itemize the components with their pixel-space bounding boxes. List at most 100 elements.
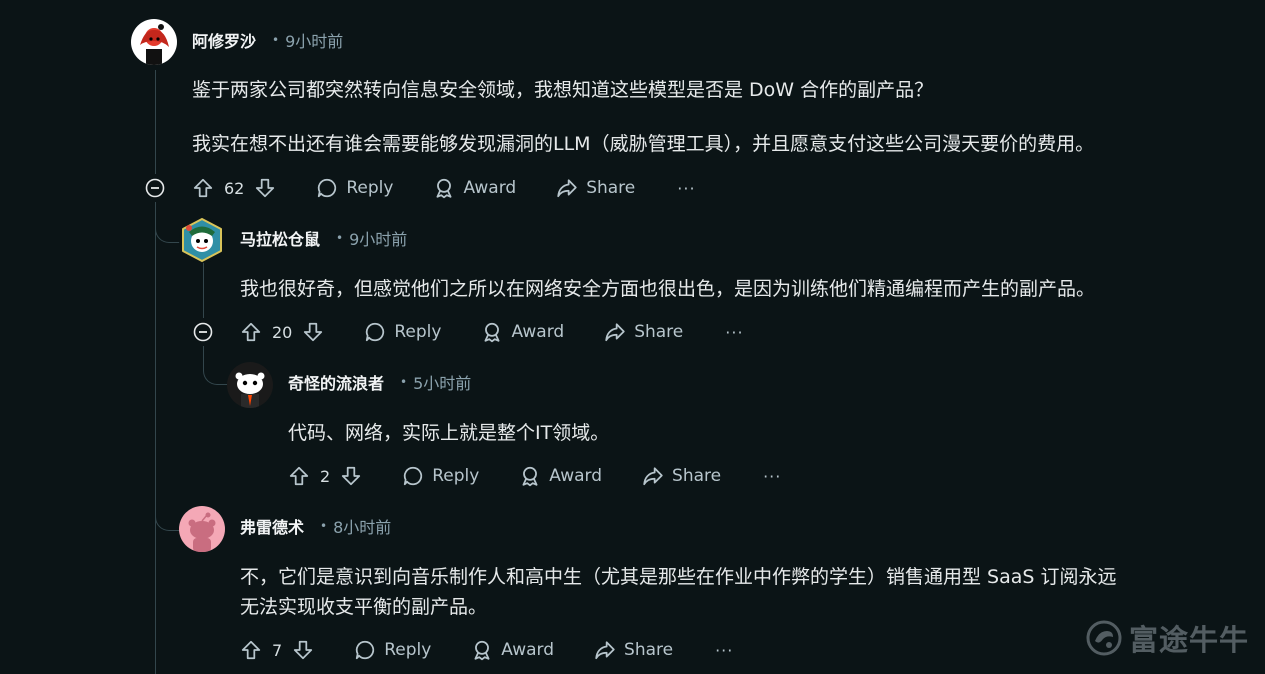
- author-name[interactable]: 马拉松仓鼠: [240, 226, 320, 250]
- comment-actions: 20 Reply Award Share ···: [240, 317, 744, 347]
- thread-line-reply[interactable]: [203, 262, 204, 318]
- comment-text: 我也很好奇，但感觉他们之所以在网络安全方面也很出色，是因为训练他们精通编程而产生…: [240, 278, 1096, 300]
- award-button[interactable]: Award: [433, 177, 516, 199]
- timestamp[interactable]: 5小时前: [413, 370, 471, 394]
- award-label: Award: [501, 640, 555, 660]
- upvote-icon[interactable]: [240, 639, 262, 661]
- award-icon: [484, 322, 500, 343]
- downvote-icon[interactable]: [254, 177, 276, 199]
- comment-meta: 弗雷德术 • 8小时前: [240, 515, 391, 537]
- award-label: Award: [463, 178, 517, 198]
- award-icon: [522, 466, 538, 487]
- futu-logo-icon: [1086, 620, 1122, 656]
- thread-connector: [155, 500, 182, 531]
- thread-line-root[interactable]: [155, 70, 156, 174]
- comment-meta: 马拉松仓鼠 • 9小时前: [240, 227, 407, 249]
- vote-group: 2: [288, 465, 362, 487]
- award-icon: [474, 640, 490, 661]
- watermark-text: 富途牛牛: [1129, 623, 1250, 657]
- author-name[interactable]: 阿修罗沙: [192, 28, 256, 52]
- thread-connector: [203, 346, 228, 385]
- share-button[interactable]: Share: [604, 321, 683, 343]
- author-name[interactable]: 弗雷德术: [240, 514, 304, 538]
- share-icon: [605, 323, 625, 342]
- share-icon: [643, 467, 663, 486]
- reply-button[interactable]: Reply: [316, 177, 393, 199]
- comment-actions: 2 Reply Award Share ···: [288, 461, 781, 491]
- reply-button[interactable]: Reply: [364, 321, 441, 343]
- comment-text: 代码、网络，实际上就是整个IT领域。: [288, 422, 610, 444]
- timestamp[interactable]: 8小时前: [333, 514, 391, 538]
- thread-connector: [155, 210, 182, 243]
- vote-group: 7: [240, 639, 314, 661]
- comment-actions: 7 Reply Award Share ···: [240, 635, 733, 665]
- avatar-image: [179, 217, 225, 263]
- share-label: Share: [586, 178, 636, 198]
- comment-meta: 奇怪的流浪者 • 5小时前: [288, 371, 471, 393]
- award-button[interactable]: Award: [481, 321, 564, 343]
- vote-group: 20: [240, 321, 324, 343]
- upvote-icon[interactable]: [192, 177, 214, 199]
- vote-score: 7: [272, 640, 283, 660]
- share-button[interactable]: Share: [594, 639, 673, 661]
- timestamp[interactable]: 9小时前: [285, 28, 343, 52]
- comment-text: 鉴于两家公司都突然转向信息安全领域，我想知道这些模型是否是 DoW 合作的副产品…: [192, 79, 934, 101]
- reply-label: Reply: [432, 466, 480, 486]
- upvote-icon[interactable]: [240, 321, 262, 343]
- award-label: Award: [511, 322, 565, 342]
- avatar[interactable]: [131, 19, 177, 65]
- downvote-icon[interactable]: [302, 321, 324, 343]
- vote-score: 2: [320, 466, 331, 486]
- reply-label: Reply: [346, 178, 394, 198]
- share-label: Share: [672, 466, 722, 486]
- reply-label: Reply: [394, 322, 442, 342]
- avatar[interactable]: [179, 217, 225, 263]
- share-label: Share: [634, 322, 684, 342]
- avatar-image: [179, 506, 225, 552]
- vote-group: 62: [192, 177, 276, 199]
- share-button[interactable]: Share: [556, 177, 635, 199]
- reply-button[interactable]: Reply: [402, 465, 479, 487]
- separator-dot: •: [272, 33, 280, 47]
- award-icon: [436, 178, 452, 199]
- separator-dot: •: [320, 519, 328, 533]
- vote-score: 62: [224, 178, 245, 198]
- share-icon: [595, 641, 615, 660]
- comment-icon: [366, 322, 385, 342]
- award-button[interactable]: Award: [471, 639, 554, 661]
- more-options-button[interactable]: ···: [725, 323, 743, 342]
- comment-icon: [404, 466, 423, 486]
- reply-label: Reply: [384, 640, 432, 660]
- upvote-icon[interactable]: [288, 465, 310, 487]
- avatar-image: [131, 19, 177, 65]
- comment-text: 不，它们是意识到向音乐制作人和高中生（尤其是那些在作业中作弊的学生）销售通用型 …: [240, 566, 1117, 588]
- award-label: Award: [549, 466, 603, 486]
- more-options-button[interactable]: ···: [677, 179, 695, 198]
- author-name[interactable]: 奇怪的流浪者: [288, 370, 384, 394]
- separator-dot: •: [400, 375, 408, 389]
- watermark: 富途牛牛: [1085, 617, 1249, 659]
- downvote-icon[interactable]: [292, 639, 314, 661]
- downvote-icon[interactable]: [340, 465, 362, 487]
- reply-button[interactable]: Reply: [354, 639, 431, 661]
- comment-actions: 62 Reply Award Share ···: [192, 173, 696, 203]
- collapse-icon[interactable]: [193, 322, 213, 342]
- share-label: Share: [624, 640, 674, 660]
- collapse-icon[interactable]: [145, 178, 165, 198]
- share-button[interactable]: Share: [642, 465, 721, 487]
- more-options-button[interactable]: ···: [763, 467, 781, 486]
- comment-icon: [318, 178, 337, 198]
- vote-score: 20: [272, 322, 293, 342]
- comment-meta: 阿修罗沙 • 9小时前: [192, 29, 343, 51]
- comment-icon: [356, 640, 375, 660]
- more-options-button[interactable]: ···: [715, 641, 733, 660]
- comment-text: 无法实现收支平衡的副产品。: [240, 596, 488, 618]
- avatar[interactable]: [227, 362, 273, 408]
- timestamp[interactable]: 9小时前: [349, 226, 407, 250]
- avatar[interactable]: [179, 506, 225, 552]
- separator-dot: •: [336, 231, 344, 245]
- avatar-image: [227, 362, 273, 408]
- share-icon: [557, 179, 577, 198]
- thread-line-root[interactable]: [155, 202, 156, 674]
- award-button[interactable]: Award: [519, 465, 602, 487]
